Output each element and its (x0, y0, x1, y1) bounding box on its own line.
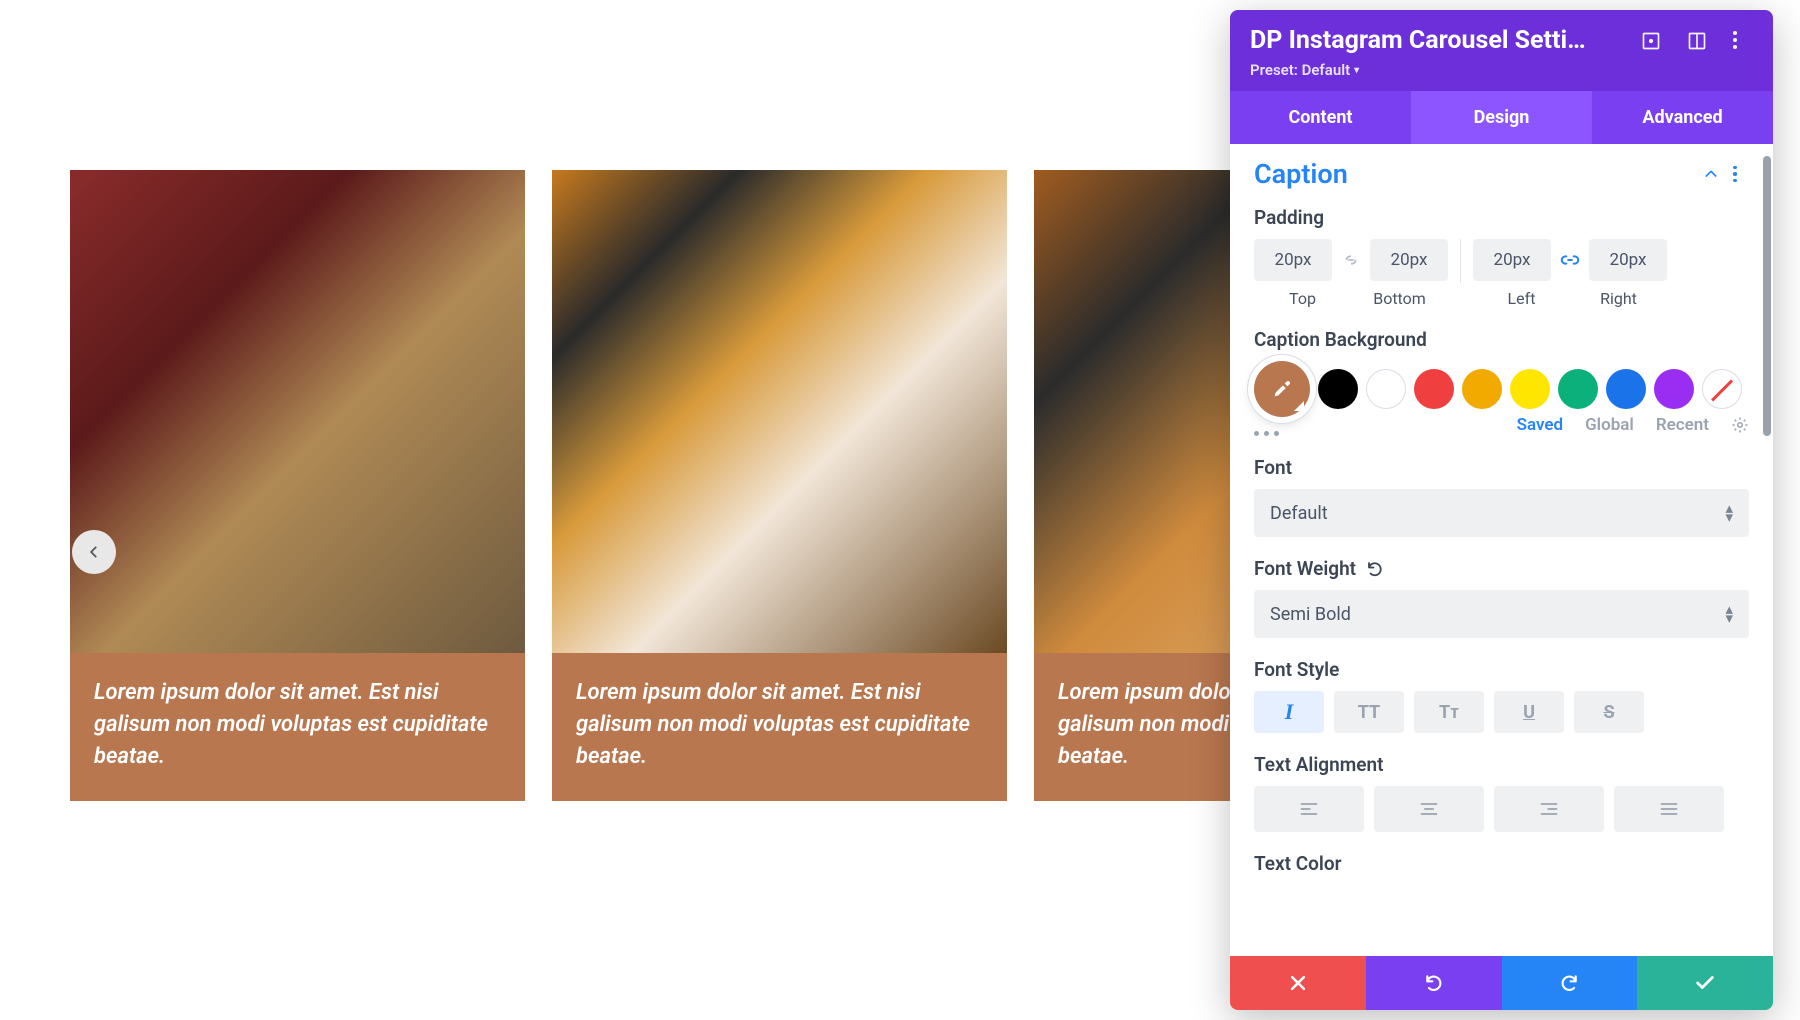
font-style-label: Font Style (1254, 658, 1749, 681)
color-palette-tabs: Saved Global Recent (1517, 415, 1749, 435)
caption-background-label: Caption Background (1254, 328, 1749, 351)
tab-advanced[interactable]: Advanced (1592, 91, 1773, 144)
swatch-purple[interactable] (1654, 369, 1694, 409)
columns-icon[interactable] (1687, 31, 1707, 51)
check-icon (1694, 972, 1716, 994)
color-swatches (1254, 361, 1749, 417)
carousel-image (70, 170, 525, 653)
expand-icon[interactable] (1641, 31, 1661, 51)
preset-dropdown[interactable]: Preset: Default ▾ (1250, 61, 1359, 79)
section-title: Caption (1254, 158, 1348, 190)
padding-bottom-label: Bottom (1351, 289, 1448, 308)
font-weight-select[interactable]: Semi Bold ▴▾ (1254, 590, 1749, 638)
tab-design[interactable]: Design (1411, 91, 1592, 144)
uppercase-button[interactable]: TT (1334, 691, 1404, 733)
chevron-up-icon[interactable] (1703, 166, 1719, 182)
font-value: Default (1270, 503, 1328, 524)
divider (1460, 239, 1461, 283)
redo-button[interactable] (1502, 956, 1638, 1010)
padding-controls: TopBottom LeftRight (1254, 239, 1749, 308)
align-center-button[interactable] (1374, 786, 1484, 832)
text-alignment-buttons (1254, 786, 1749, 832)
align-right-button[interactable] (1494, 786, 1604, 832)
padding-left-label: Left (1473, 289, 1570, 308)
chevron-down-icon: ▾ (1354, 65, 1359, 76)
palette-tab-global[interactable]: Global (1585, 415, 1634, 435)
align-justify-button[interactable] (1614, 786, 1724, 832)
panel-header: DP Instagram Carousel Setti… Preset: Def… (1230, 10, 1773, 91)
swatch-red[interactable] (1414, 369, 1454, 409)
gear-icon[interactable] (1731, 416, 1749, 434)
tab-content[interactable]: Content (1230, 91, 1411, 144)
carousel-card: Lorem ipsum dolor sit amet. Est nisi gal… (70, 170, 525, 801)
redo-icon (1559, 973, 1579, 993)
swatch-green[interactable] (1558, 369, 1598, 409)
padding-left-input[interactable] (1473, 239, 1551, 281)
text-color-label: Text Color (1254, 852, 1749, 875)
kebab-icon[interactable] (1733, 31, 1753, 51)
font-select[interactable]: Default ▴▾ (1254, 489, 1749, 537)
settings-panel: DP Instagram Carousel Setti… Preset: Def… (1230, 10, 1773, 1010)
padding-bottom-input[interactable] (1370, 239, 1448, 281)
section-header[interactable]: Caption (1254, 158, 1749, 190)
color-picker-button[interactable] (1254, 361, 1310, 417)
palette-tab-recent[interactable]: Recent (1656, 415, 1709, 435)
swatch-orange[interactable] (1462, 369, 1502, 409)
more-dots-icon[interactable] (1254, 431, 1279, 436)
kebab-icon[interactable] (1733, 166, 1749, 182)
carousel-prev-button[interactable] (72, 530, 116, 574)
panel-tabs: Content Design Advanced (1230, 91, 1773, 144)
align-left-button[interactable] (1254, 786, 1364, 832)
carousel-caption: Lorem ipsum dolor sit amet. Est nisi gal… (552, 653, 1007, 801)
carousel-image (552, 170, 1007, 653)
select-caret-icon: ▴▾ (1725, 504, 1733, 522)
close-button[interactable] (1230, 956, 1366, 1010)
undo-icon (1424, 973, 1444, 993)
undo-button[interactable] (1366, 956, 1502, 1010)
reset-icon[interactable] (1366, 560, 1384, 578)
padding-label: Padding (1254, 206, 1749, 229)
font-weight-label-text: Font Weight (1254, 557, 1356, 580)
link-icon[interactable] (1557, 247, 1583, 273)
swatch-yellow[interactable] (1510, 369, 1550, 409)
panel-bottom-bar (1230, 956, 1773, 1010)
font-weight-label: Font Weight (1254, 557, 1749, 580)
text-alignment-label: Text Alignment (1254, 753, 1749, 776)
swatch-black[interactable] (1318, 369, 1358, 409)
swatch-none[interactable] (1702, 369, 1742, 409)
padding-right-label: Right (1570, 289, 1667, 308)
select-caret-icon: ▴▾ (1725, 605, 1733, 623)
padding-right-input[interactable] (1589, 239, 1667, 281)
underline-button[interactable]: U (1494, 691, 1564, 733)
panel-body: Caption Padding TopBottom (1230, 144, 1773, 956)
smallcaps-button[interactable]: Tᴛ (1414, 691, 1484, 733)
font-weight-value: Semi Bold (1270, 604, 1351, 625)
swatch-blue[interactable] (1606, 369, 1646, 409)
link-icon[interactable] (1338, 247, 1364, 273)
carousel-caption: Lorem ipsum dolor sit amet. Est nisi gal… (70, 653, 525, 801)
padding-top-label: Top (1254, 289, 1351, 308)
palette-tab-saved[interactable]: Saved (1517, 415, 1564, 435)
scrollbar-thumb[interactable] (1763, 156, 1771, 436)
eyedropper-icon (1271, 378, 1293, 400)
italic-button[interactable]: I (1254, 691, 1324, 733)
close-icon (1288, 973, 1308, 993)
swatch-white[interactable] (1366, 369, 1406, 409)
padding-top-input[interactable] (1254, 239, 1332, 281)
chevron-left-icon (87, 545, 101, 559)
font-label: Font (1254, 456, 1749, 479)
panel-title: DP Instagram Carousel Setti… (1250, 26, 1627, 55)
strikethrough-button[interactable]: S (1574, 691, 1644, 733)
save-button[interactable] (1637, 956, 1773, 1010)
preset-label: Preset: Default (1250, 61, 1350, 79)
carousel-card: Lorem ipsum dolor sit amet. Est nisi gal… (552, 170, 1007, 801)
font-style-buttons: I TT Tᴛ U S (1254, 691, 1749, 733)
